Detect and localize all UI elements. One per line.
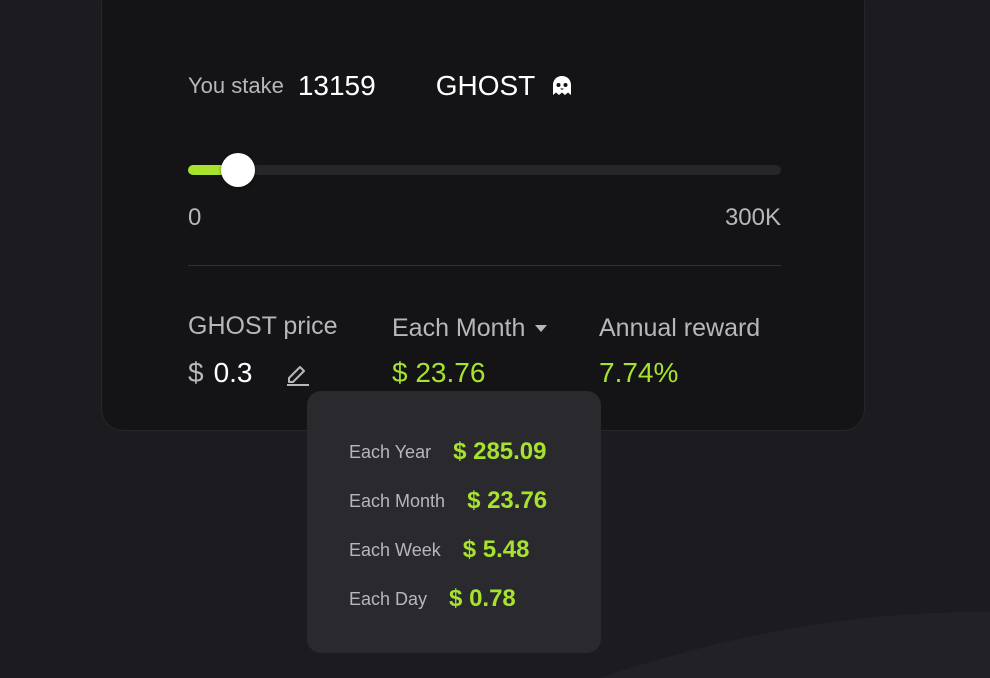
annual-reward-label: Annual reward bbox=[599, 314, 761, 342]
stake-label: You stake bbox=[188, 73, 284, 98]
slider-min-label: 0 bbox=[188, 204, 202, 231]
slider-track[interactable] bbox=[188, 165, 781, 175]
period-dropdown[interactable]: Each Month bbox=[392, 314, 548, 343]
price-value[interactable]: $0.3 bbox=[188, 357, 253, 389]
stake-amount-input[interactable]: 13159 bbox=[298, 70, 376, 102]
dropdown-item-value: $ 0.78 bbox=[449, 585, 516, 612]
dropdown-item-label: Each Week bbox=[349, 539, 441, 560]
price-amount: 0.3 bbox=[213, 357, 253, 388]
annual-reward-value: 7.74% bbox=[599, 357, 679, 388]
dropdown-item-week[interactable]: Each Week $ 5.48 bbox=[349, 535, 529, 565]
period-reward-value: $ 23.76 bbox=[392, 357, 486, 388]
divider bbox=[188, 265, 781, 266]
price-label: GHOST price bbox=[188, 312, 338, 340]
caret-down-icon bbox=[535, 325, 548, 332]
stake-row: You stake 13159 GHOST bbox=[188, 66, 575, 106]
period-dropdown-menu: Each Year $ 285.09 Each Month $ 23.76 Ea… bbox=[307, 391, 601, 653]
slider-max-label: 300K bbox=[724, 204, 781, 231]
period-selected-label: Each Month bbox=[392, 314, 526, 342]
ghost-icon bbox=[549, 73, 575, 99]
dropdown-item-month[interactable]: Each Month $ 23.76 bbox=[349, 486, 547, 516]
dropdown-item-value: $ 285.09 bbox=[453, 438, 547, 465]
dropdown-item-day[interactable]: Each Day $ 0.78 bbox=[349, 584, 516, 614]
dropdown-item-label: Each Month bbox=[349, 490, 446, 511]
dropdown-item-value: $ 23.76 bbox=[467, 487, 548, 514]
pencil-icon[interactable] bbox=[285, 362, 311, 386]
dropdown-item-year[interactable]: Each Year $ 285.09 bbox=[349, 437, 547, 467]
dropdown-item-value: $ 5.48 bbox=[462, 536, 530, 563]
slider-thumb[interactable] bbox=[220, 153, 255, 187]
token-name: GHOST bbox=[435, 70, 536, 101]
dropdown-item-label: Each Day bbox=[349, 588, 428, 609]
stake-slider[interactable] bbox=[188, 153, 781, 187]
currency-symbol: $ bbox=[188, 357, 204, 388]
dropdown-item-label: Each Year bbox=[349, 441, 432, 462]
